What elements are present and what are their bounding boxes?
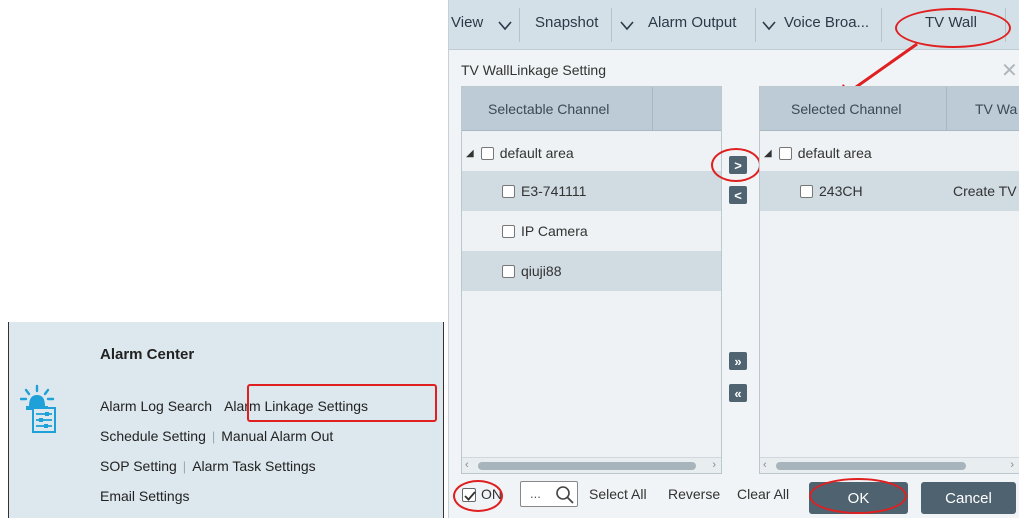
chevron-down-icon[interactable] xyxy=(495,14,515,36)
reverse-link[interactable]: Reverse xyxy=(668,486,720,502)
linkage-toolbar: View Snapshot Alarm Output Voice Broa...… xyxy=(449,0,1019,50)
tab-voice-broadcast[interactable]: Voice Broa... xyxy=(784,14,869,31)
tab-snapshot[interactable]: Snapshot xyxy=(535,14,598,31)
scroll-left-icon[interactable]: ‹ xyxy=(763,459,767,471)
highlight-alarm-linkage xyxy=(247,384,437,422)
on-checkbox[interactable] xyxy=(462,488,476,502)
channel-label: 243CH xyxy=(819,183,863,199)
toolbar-divider xyxy=(755,8,756,42)
alarm-row-4: Email Settings xyxy=(100,488,189,504)
on-label: ON xyxy=(481,486,502,502)
create-tv-wall-link[interactable]: Create TV xyxy=(953,183,1017,199)
horizontal-scrollbar[interactable]: ‹ › xyxy=(760,457,1019,473)
channel-label: E3-741111 xyxy=(521,183,587,199)
search-input[interactable]: ... xyxy=(520,481,578,507)
list-item[interactable]: qiuji88 xyxy=(462,251,721,291)
area-label: default area xyxy=(797,145,872,161)
alarm-row-3: SOP Setting | Alarm Task Settings xyxy=(100,458,316,474)
checkbox[interactable] xyxy=(502,224,515,238)
list-item[interactable]: IP Camera xyxy=(462,211,721,251)
add-all-button[interactable]: » xyxy=(729,352,747,370)
tv-wall-column-title: TV Wa xyxy=(975,101,1018,117)
alarm-center-card: Alarm Center Alarm Log Search Alarm Link… xyxy=(8,322,444,518)
tv-wall-linkage-dialog: View Snapshot Alarm Output Voice Broa...… xyxy=(448,0,1019,518)
list-item[interactable]: 243CH Create TV xyxy=(760,171,1019,211)
scroll-thumb[interactable] xyxy=(478,462,696,470)
expand-triangle-icon[interactable]: ◢ xyxy=(764,148,772,159)
sop-setting-link[interactable]: SOP Setting xyxy=(100,458,177,474)
search-placeholder: ... xyxy=(530,486,541,501)
remove-channel-button[interactable]: < xyxy=(729,186,747,204)
screenshot-root: Alarm Center Alarm Log Search Alarm Link… xyxy=(0,0,1019,518)
remove-all-button[interactable]: « xyxy=(729,384,747,402)
scroll-right-icon[interactable]: › xyxy=(712,459,716,471)
cancel-button[interactable]: Cancel xyxy=(921,482,1016,514)
close-icon[interactable]: ✕ xyxy=(1001,58,1018,83)
dialog-title: TV WallLinkage Setting xyxy=(461,62,606,78)
tab-tv-wall[interactable]: TV Wall xyxy=(925,14,977,31)
selectable-channel-header: Selectable Channel xyxy=(462,87,721,131)
tree-row-area[interactable]: ◢ default area xyxy=(760,133,1019,173)
checkbox[interactable] xyxy=(778,146,792,160)
alarm-row-2: Schedule Setting | Manual Alarm Out xyxy=(100,428,333,444)
selectable-channel-panel: Selectable Channel ◢ default area E3-741… xyxy=(461,86,722,474)
alarm-center-title: Alarm Center xyxy=(100,346,195,363)
horizontal-scrollbar[interactable]: ‹ › xyxy=(462,457,721,473)
chevron-down-icon[interactable] xyxy=(759,14,779,36)
channel-label: IP Camera xyxy=(521,223,588,239)
manual-alarm-out-link[interactable]: Manual Alarm Out xyxy=(221,428,333,444)
checkbox[interactable] xyxy=(480,146,494,160)
alarm-settings-icon xyxy=(19,384,58,434)
toolbar-divider xyxy=(611,8,612,42)
separator: | xyxy=(211,428,216,444)
header-divider xyxy=(652,87,653,131)
search-icon[interactable] xyxy=(555,485,575,505)
area-label: default area xyxy=(499,145,574,161)
separator: | xyxy=(182,458,187,474)
selectable-channel-title: Selectable Channel xyxy=(488,101,610,117)
toolbar-divider xyxy=(881,8,882,42)
schedule-setting-link[interactable]: Schedule Setting xyxy=(100,428,206,444)
tab-alarm-output[interactable]: Alarm Output xyxy=(648,14,736,31)
chevron-down-icon[interactable] xyxy=(617,14,637,36)
checkbox[interactable] xyxy=(800,184,813,198)
email-settings-link[interactable]: Email Settings xyxy=(100,488,189,504)
scroll-thumb[interactable] xyxy=(776,462,966,470)
alarm-log-search-link[interactable]: Alarm Log Search xyxy=(100,398,212,414)
tab-view[interactable]: View xyxy=(451,14,483,31)
clear-all-link[interactable]: Clear All xyxy=(737,486,789,502)
list-item[interactable]: E3-741111 xyxy=(462,171,721,211)
toolbar-divider xyxy=(519,8,520,42)
toolbar-divider xyxy=(1005,8,1006,42)
expand-triangle-icon[interactable]: ◢ xyxy=(466,148,474,159)
selected-channel-panel: Selected Channel TV Wa ◢ default area 24… xyxy=(759,86,1019,474)
select-all-link[interactable]: Select All xyxy=(589,486,647,502)
checkbox[interactable] xyxy=(502,264,515,278)
scroll-left-icon[interactable]: ‹ xyxy=(465,459,469,471)
channel-label: qiuji88 xyxy=(521,263,562,279)
add-channel-button[interactable]: > xyxy=(729,156,747,174)
selected-channel-header: Selected Channel TV Wa xyxy=(760,87,1019,131)
alarm-task-settings-link[interactable]: Alarm Task Settings xyxy=(192,458,315,474)
scroll-right-icon[interactable]: › xyxy=(1010,459,1014,471)
tree-row-area[interactable]: ◢ default area xyxy=(462,133,721,173)
ok-button[interactable]: OK xyxy=(809,482,908,514)
selected-channel-title: Selected Channel xyxy=(791,101,902,117)
checkbox[interactable] xyxy=(502,184,515,198)
header-divider xyxy=(946,87,947,131)
